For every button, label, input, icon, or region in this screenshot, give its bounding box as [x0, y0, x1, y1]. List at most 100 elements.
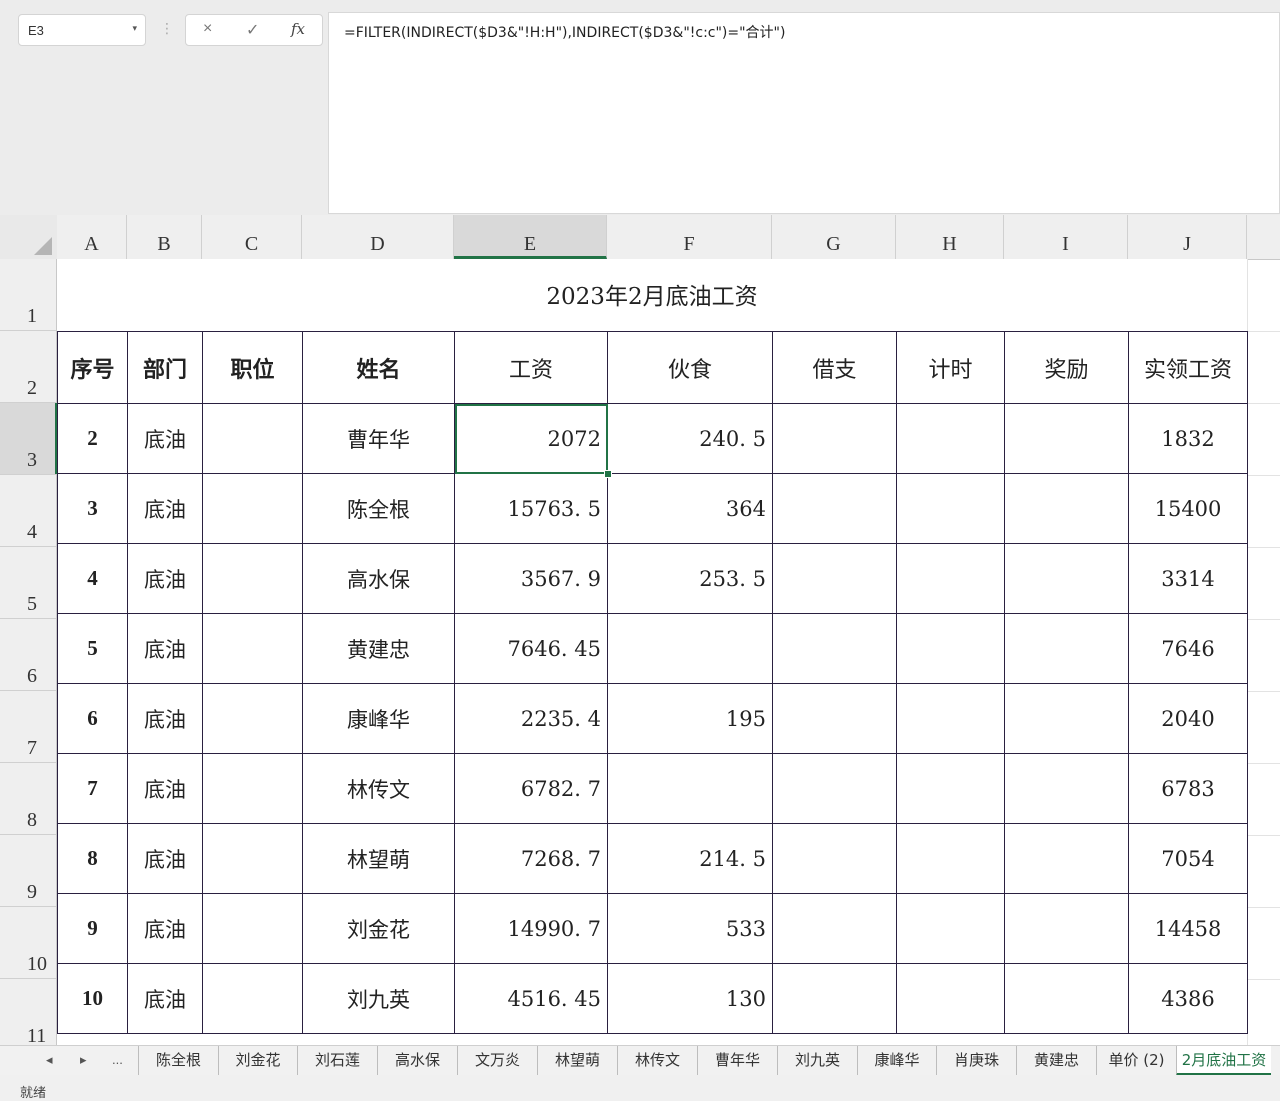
sheet-tab[interactable]: 高水保	[377, 1046, 457, 1076]
cell-bonus[interactable]	[1004, 893, 1129, 964]
cell-name[interactable]: 曹年华	[302, 403, 455, 474]
cell-dept[interactable]: 底油	[127, 473, 203, 544]
column-header-d[interactable]: D	[302, 215, 454, 259]
header-cell[interactable]: 计时	[896, 331, 1005, 404]
cell-loan[interactable]	[772, 543, 897, 614]
cell-name[interactable]: 林望萌	[302, 823, 455, 894]
row-header-10[interactable]: 10	[0, 907, 56, 979]
cell-hours[interactable]	[896, 403, 1005, 474]
row-header-1[interactable]: 1	[0, 259, 56, 331]
cell-food[interactable]: 533	[607, 893, 773, 964]
select-all-button[interactable]	[0, 215, 57, 259]
cell-food[interactable]	[607, 613, 773, 684]
cell-pos[interactable]	[202, 613, 303, 684]
cell-net[interactable]: 3314	[1128, 543, 1248, 614]
cell-seq[interactable]: 5	[57, 613, 128, 684]
header-cell[interactable]: 奖励	[1004, 331, 1129, 404]
cell-pos[interactable]	[202, 753, 303, 824]
header-cell[interactable]: 工资	[454, 331, 608, 404]
cell-name[interactable]: 刘金花	[302, 893, 455, 964]
cell-loan[interactable]	[772, 753, 897, 824]
row-header-6[interactable]: 6	[0, 619, 56, 691]
cell-hours[interactable]	[896, 963, 1005, 1034]
cell-hours[interactable]	[896, 753, 1005, 824]
cell-bonus[interactable]	[1004, 613, 1129, 684]
cell-wage[interactable]: 7646. 45	[454, 613, 608, 684]
sheet-tab[interactable]: 刘石莲	[297, 1046, 377, 1076]
cell-loan[interactable]	[772, 963, 897, 1034]
cell-hours[interactable]	[896, 893, 1005, 964]
cell-dept[interactable]: 底油	[127, 543, 203, 614]
row-header-2[interactable]: 2	[0, 331, 56, 403]
sheet-tab[interactable]: 黄建忠	[1016, 1046, 1096, 1076]
formula-input[interactable]: =FILTER(INDIRECT($D3&"!H:H"),INDIRECT($D…	[328, 12, 1280, 214]
cell-seq[interactable]: 10	[57, 963, 128, 1034]
sheet-tab[interactable]: 刘金花	[218, 1046, 297, 1076]
row-header-11[interactable]: 11	[0, 979, 56, 1045]
fill-handle[interactable]	[604, 470, 612, 478]
cell-seq[interactable]: 8	[57, 823, 128, 894]
cell-pos[interactable]	[202, 963, 303, 1034]
header-cell[interactable]: 职位	[202, 331, 303, 404]
cell-hours[interactable]	[896, 543, 1005, 614]
column-header-a[interactable]: A	[57, 215, 127, 259]
sheet-tab[interactable]: 康峰华	[857, 1046, 936, 1076]
cell-wage[interactable]: 7268. 7	[454, 823, 608, 894]
cell-hours[interactable]	[896, 683, 1005, 754]
cell-seq[interactable]: 9	[57, 893, 128, 964]
cell-seq[interactable]: 4	[57, 543, 128, 614]
column-header-f[interactable]: F	[607, 215, 772, 259]
sheet-tab[interactable]: 陈全根	[138, 1046, 218, 1076]
header-cell[interactable]: 姓名	[302, 331, 455, 404]
cell-seq[interactable]: 3	[57, 473, 128, 544]
cell-loan[interactable]	[772, 823, 897, 894]
cell-name[interactable]: 高水保	[302, 543, 455, 614]
column-header-h[interactable]: H	[896, 215, 1004, 259]
cell-seq[interactable]: 6	[57, 683, 128, 754]
cell-loan[interactable]	[772, 683, 897, 754]
column-header-c[interactable]: C	[202, 215, 302, 259]
cell-bonus[interactable]	[1004, 403, 1129, 474]
cell-seq[interactable]: 7	[57, 753, 128, 824]
cell-bonus[interactable]	[1004, 683, 1129, 754]
sheet-tab[interactable]: 2月底油工资	[1176, 1046, 1271, 1076]
cell-pos[interactable]	[202, 403, 303, 474]
chevron-down-icon[interactable]: ▾	[132, 23, 137, 34]
cell-wage[interactable]: 4516. 45	[454, 963, 608, 1034]
row-header-4[interactable]: 4	[0, 475, 56, 547]
column-header-j[interactable]: J	[1128, 215, 1247, 259]
sheet-tab[interactable]: 单价 (2)	[1096, 1046, 1176, 1076]
row-header-9[interactable]: 9	[0, 835, 56, 907]
cell-wage[interactable]: 14990. 7	[454, 893, 608, 964]
cell-name[interactable]: 林传文	[302, 753, 455, 824]
row-header-8[interactable]: 8	[0, 763, 56, 835]
sheet-tab[interactable]: 刘九英	[777, 1046, 857, 1076]
cell-food[interactable]: 364	[607, 473, 773, 544]
cell-net[interactable]: 14458	[1128, 893, 1248, 964]
cell-bonus[interactable]	[1004, 543, 1129, 614]
cancel-icon[interactable]: ×	[203, 20, 212, 38]
cell-net[interactable]: 4386	[1128, 963, 1248, 1034]
cell-wage[interactable]: 2072	[454, 403, 608, 474]
cell-bonus[interactable]	[1004, 823, 1129, 894]
cell-bonus[interactable]	[1004, 473, 1129, 544]
cell-dept[interactable]: 底油	[127, 613, 203, 684]
cell-dept[interactable]: 底油	[127, 893, 203, 964]
cell-pos[interactable]	[202, 683, 303, 754]
scroll-right-icon[interactable]: ▸	[80, 1052, 87, 1068]
sheet-tab[interactable]: 林望萌	[537, 1046, 617, 1076]
cell-food[interactable]: 130	[607, 963, 773, 1034]
cell-dept[interactable]: 底油	[127, 963, 203, 1034]
sheet-tab[interactable]: 林传文	[617, 1046, 697, 1076]
cell-net[interactable]: 6783	[1128, 753, 1248, 824]
insert-function-icon[interactable]: fx	[291, 20, 305, 38]
cell-wage[interactable]: 2235. 4	[454, 683, 608, 754]
cell-food[interactable]: 253. 5	[607, 543, 773, 614]
cell-dept[interactable]: 底油	[127, 403, 203, 474]
title-cell[interactable]: 2023年2月底油工资	[57, 259, 1247, 331]
row-header-7[interactable]: 7	[0, 691, 56, 763]
cell-food[interactable]: 195	[607, 683, 773, 754]
cell-wage[interactable]: 3567. 9	[454, 543, 608, 614]
drag-handle-icon[interactable]: ⋮	[160, 20, 174, 37]
cell-pos[interactable]	[202, 823, 303, 894]
